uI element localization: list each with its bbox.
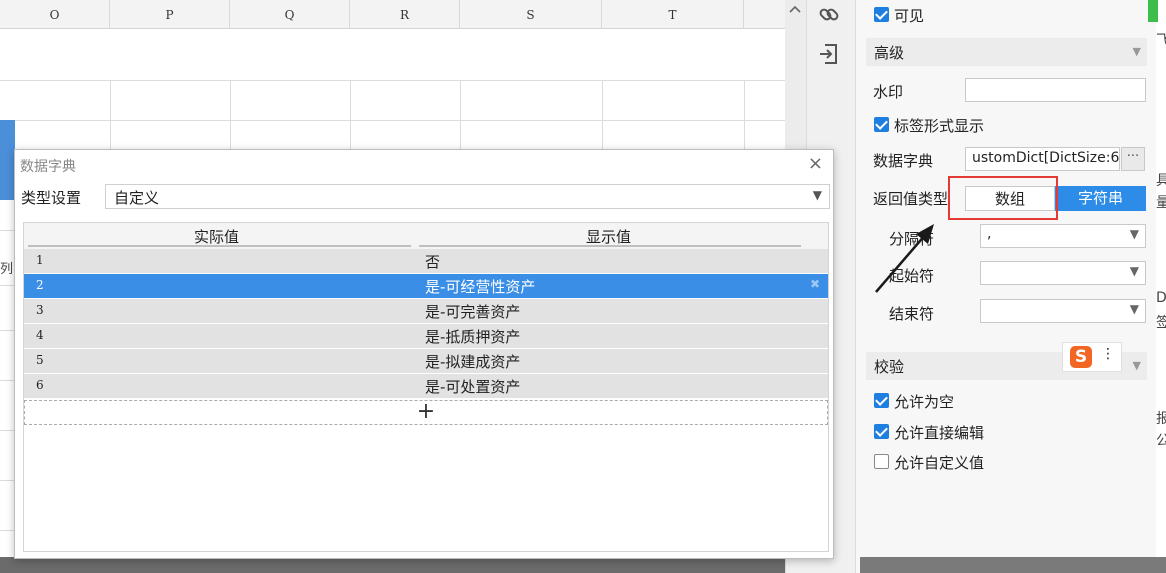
annotation-arrow-icon [875,224,934,293]
column-divider [28,245,411,247]
import-icon[interactable] [815,42,843,70]
row-display-value[interactable]: 是-可完善资产 [425,301,520,322]
allow-direct-edit-checkbox[interactable] [874,424,889,439]
chevron-down-icon: ▼ [1129,227,1139,241]
chevron-down-icon: ▼ [1129,302,1139,316]
truncated-text: 签 [1156,315,1166,331]
visible-checkbox[interactable] [874,7,889,22]
end-label: 结束符 [889,305,935,323]
table-row[interactable]: 5 是-拟建成资产 [24,349,828,373]
row-display-value[interactable]: 是-可经营性资产 [425,276,535,297]
close-icon[interactable]: × [808,153,823,174]
column-header-q[interactable]: Q [230,0,350,29]
dialog-title: 数据字典 [20,159,76,175]
row-actual-value[interactable]: 6 [36,378,44,392]
chevron-down-icon: ▼ [1129,264,1139,278]
ime-toolbar[interactable]: S ⋮ [1062,342,1122,372]
row-actual-value[interactable]: 5 [36,353,44,367]
table-row[interactable]: 1 否 [24,249,828,273]
separator-select[interactable]: , ▼ [980,224,1146,248]
column-header-r[interactable]: R [350,0,460,29]
grid-line [0,120,785,121]
link-icon[interactable] [815,4,843,32]
delete-row-icon[interactable]: ✖ [810,277,820,291]
dict-more-button[interactable]: ··· [1121,147,1145,171]
advanced-section-header[interactable]: 高级 ▼ [866,38,1147,66]
visible-label: 可见 [894,7,925,25]
row-actual-value[interactable]: 3 [36,303,44,317]
allow-custom-checkbox[interactable] [874,454,889,469]
type-setting-value: 自定义 [114,189,160,207]
tag-display-checkbox[interactable] [874,117,889,132]
table-row[interactable]: 4 是-抵质押资产 [24,324,828,348]
row-display-value[interactable]: 否 [425,251,440,272]
validate-title: 校验 [874,358,905,376]
end-select[interactable]: ▼ [980,299,1146,323]
bottom-status-bar-right [860,557,1166,573]
truncated-text: 报 [1156,411,1166,427]
column-header-actual: 实际值 [194,228,240,246]
scroll-up-icon[interactable] [786,3,804,23]
dict-label: 数据字典 [873,152,934,170]
return-type-label: 返回值类型 [873,190,949,208]
allow-empty-label: 允许为空 [894,393,955,411]
type-setting-label: 类型设置 [21,189,82,207]
truncated-text: 公 [1156,433,1166,449]
ime-menu-icon[interactable]: ⋮ [1101,346,1115,362]
collapse-arrow-icon: ▼ [1132,45,1141,58]
row-display-value[interactable]: 是-抵质押资产 [425,326,520,347]
truncated-text: 飞 [1156,33,1166,49]
row-display-value[interactable]: 是-可处置资产 [425,376,520,397]
start-select[interactable]: ▼ [980,261,1146,285]
truncated-text: 具 [1156,173,1166,189]
column-divider [419,245,801,247]
chevron-down-icon: ▼ [812,188,822,202]
return-type-string-option[interactable]: 字符串 [1055,186,1146,211]
table-header: 实际值 显示值 [24,223,828,249]
column-header-t[interactable]: T [602,0,744,29]
table-row[interactable]: 3 是-可完善资产 [24,299,828,323]
table-row-selected[interactable]: 2 是-可经营性资产 ✖ [24,274,828,298]
watermark-label: 水印 [873,83,904,101]
type-setting-select[interactable]: 自定义 ▼ [105,184,830,209]
truncated-text: D [1156,290,1166,306]
far-right-panel: 飞 具 量 D 签 报 公 [1156,0,1166,573]
column-header-s[interactable]: S [460,0,602,29]
allow-direct-edit-label: 允许直接编辑 [894,424,985,442]
row-stub-label: 列 [0,262,14,277]
truncated-text: 量 [1156,195,1166,211]
highlight-box [948,176,1058,220]
collapse-arrow-icon: ▼ [1132,359,1141,372]
ime-logo-icon: S [1070,346,1092,368]
tag-display-label: 标签形式显示 [894,117,985,135]
row-actual-value[interactable]: 1 [36,253,44,267]
column-header-o[interactable]: O [0,0,110,29]
green-indicator [1148,0,1158,22]
bottom-status-bar [0,557,860,573]
advanced-title: 高级 [874,44,905,62]
column-header-bar: O P Q R S T [0,0,785,29]
column-header-display: 显示值 [586,228,632,246]
allow-empty-checkbox[interactable] [874,393,889,408]
dictionary-table: 实际值 显示值 1 否 2 是-可经营性资产 ✖ 3 是-可完善资产 4 是-抵… [23,222,829,552]
table-row[interactable]: 6 是-可处置资产 [24,374,828,398]
row-actual-value[interactable]: 2 [36,278,44,292]
watermark-input[interactable] [965,78,1146,102]
allow-custom-label: 允许自定义值 [894,454,985,472]
add-row-button[interactable]: + [24,400,828,425]
data-dictionary-dialog: 数据字典 × 类型设置 自定义 ▼ 实际值 显示值 1 否 2 是-可经营性资产… [14,149,834,559]
selected-row-stub [0,120,15,200]
separator-value: , [987,226,992,242]
grid-line [0,80,785,81]
row-display-value[interactable]: 是-拟建成资产 [425,351,520,372]
row-actual-value[interactable]: 4 [36,328,44,342]
column-header-p[interactable]: P [110,0,230,29]
dict-input[interactable]: ustomDict[DictSize:6] [965,147,1120,171]
